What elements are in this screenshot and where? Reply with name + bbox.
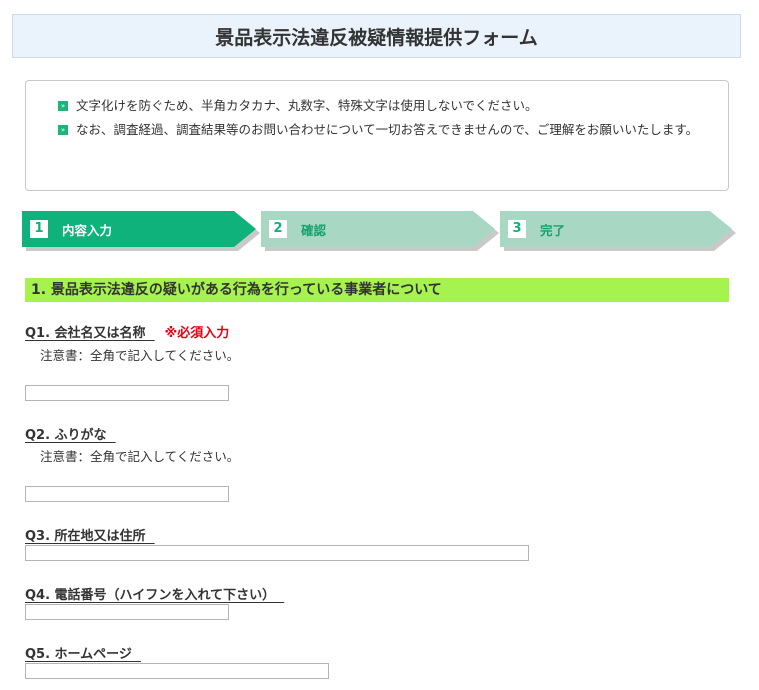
section-heading: 1. 景品表示法違反の疑いがある行為を行っている事業者について: [25, 278, 729, 302]
step-background: [500, 211, 732, 247]
step-label: 内容入力: [62, 222, 113, 238]
company-name-input[interactable]: [25, 385, 229, 401]
step-input: 1 内容入力: [22, 211, 256, 247]
q2-note: 注意書：全角で記入してください。: [40, 449, 240, 464]
notice-item: » なお、調査経過、調査結果等のお問い合わせについて一切お答えできませんので、ご…: [58, 119, 708, 141]
q1-label: Q1. 会社名又は名称 ※必須入力: [25, 322, 229, 341]
q1-note: 注意書：全角で記入してください。: [40, 348, 240, 363]
step-complete: 3 完了: [500, 211, 732, 247]
q3-label: Q3. 所在地又は住所: [25, 529, 155, 544]
step-number: 2: [269, 220, 287, 238]
progress-steps: 3 完了 2 確認 1 内容入力: [22, 211, 736, 251]
q5-label: Q5. ホームページ: [25, 647, 141, 662]
required-marker: ※必須入力: [164, 326, 230, 341]
furigana-input[interactable]: [25, 486, 229, 502]
phone-input[interactable]: [25, 604, 229, 620]
notice-item: » 文字化けを防ぐため、半角カタカナ、丸数字、特殊文字は使用しないでください。: [58, 95, 708, 117]
step-confirm: 2 確認: [261, 211, 495, 247]
notice-text: 文字化けを防ぐため、半角カタカナ、丸数字、特殊文字は使用しないでください。: [76, 98, 538, 113]
q4-label: Q4. 電話番号（ハイフンを入れて下さい）: [25, 588, 285, 603]
step-label: 完了: [540, 222, 566, 238]
q1-label-text: Q1. 会社名又は名称: [25, 326, 155, 341]
step-number: 1: [30, 220, 48, 238]
arrow-bullet-icon: »: [58, 125, 68, 135]
arrow-bullet-icon: »: [58, 101, 68, 111]
q2-label: Q2. ふりがな: [25, 428, 116, 443]
page-title-bar: 景品表示法違反被疑情報提供フォーム: [12, 14, 741, 58]
step-number: 3: [508, 220, 526, 238]
step-label: 確認: [301, 222, 327, 238]
homepage-input[interactable]: [25, 663, 329, 679]
notice-text: なお、調査経過、調査結果等のお問い合わせについて一切お答えできませんので、ご理解…: [76, 122, 699, 137]
step-background: [261, 211, 495, 247]
page-title: 景品表示法違反被疑情報提供フォーム: [215, 26, 538, 49]
address-input[interactable]: [25, 545, 529, 561]
notice-box: » 文字化けを防ぐため、半角カタカナ、丸数字、特殊文字は使用しないでください。 …: [25, 80, 729, 191]
step-background: [22, 211, 256, 247]
